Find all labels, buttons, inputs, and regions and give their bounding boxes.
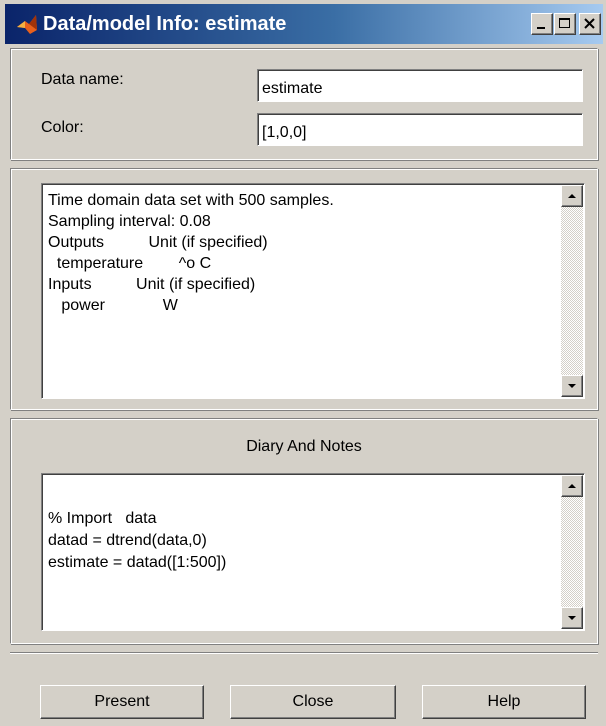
properties-panel: Data name: Color: [10,48,598,160]
data-name-label: Data name: [41,71,124,88]
info-lines: Time domain data set with 500 samples. Sa… [48,190,334,316]
text-line: Inputs Unit (if specified) [48,276,256,293]
text-line: Time domain data set with 500 samples. [48,192,334,209]
present-button[interactable]: Present [40,685,204,719]
info-panel: Time domain data set with 500 samples. Sa… [10,168,598,410]
text-line: power W [48,297,178,314]
text-line: % Import data [48,510,157,527]
arrow-down-icon [568,616,576,620]
minimize-icon [537,27,545,29]
diary-title: Diary And Notes [246,438,362,455]
scroll-up-button[interactable] [561,185,583,207]
diary-panel: Diary And Notes % Import data datad = dtr… [10,418,598,644]
maximize-icon [559,18,570,28]
text-line: Sampling interval: 0.08 [48,213,211,230]
diary-text-area[interactable]: % Import data datad = dtrend(data,0) estim… [41,473,585,631]
arrow-up-icon [568,484,576,488]
text-line: estimate = datad([1:500]) [48,554,227,571]
text-line: datad = dtrend(data,0) [48,532,207,549]
matlab-logo-icon [17,15,37,34]
color-label: Color: [41,119,84,136]
data-name-input[interactable] [257,69,583,102]
scroll-down-button[interactable] [561,375,583,397]
data-model-info-window: Data/model Info: estimate Data name: Col… [0,0,606,726]
window-title: Data/model Info: estimate [43,13,287,35]
arrow-up-icon [568,194,576,198]
close-button[interactable] [579,13,601,35]
button-panel: Present Close Help [10,652,598,722]
help-button[interactable]: Help [422,685,586,719]
text-line: temperature ^o C [48,255,212,272]
minimize-button[interactable] [531,13,553,35]
info-text-area[interactable]: Time domain data set with 500 samples. Sa… [41,183,585,399]
close-dialog-button[interactable]: Close [230,685,396,719]
scroll-down-button[interactable] [561,607,583,629]
diary-lines: % Import data datad = dtrend(data,0) estim… [48,508,226,574]
diary-scrollbar[interactable] [561,475,583,629]
arrow-down-icon [568,384,576,388]
info-scrollbar[interactable] [561,185,583,397]
maximize-button[interactable] [554,13,576,35]
color-input[interactable] [257,113,583,146]
text-line: Outputs Unit (if specified) [48,234,268,251]
scroll-up-button[interactable] [561,475,583,497]
close-icon [584,18,595,29]
title-bar[interactable]: Data/model Info: estimate [5,4,603,44]
